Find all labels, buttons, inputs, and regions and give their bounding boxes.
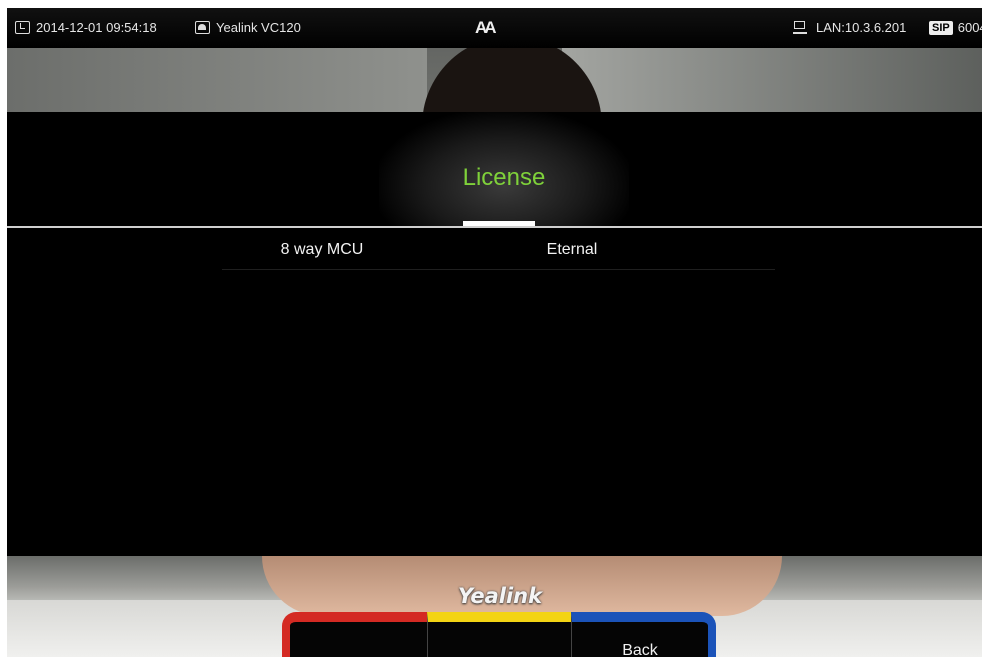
license-value: Eternal [546, 241, 598, 258]
device-icon [195, 21, 210, 34]
network-icon [793, 20, 807, 35]
lan-address: LAN:10.3.6.201 [816, 20, 907, 35]
softkey-bar: Back [282, 612, 716, 659]
datetime-item: 2014-12-01 09:54:18 [15, 20, 157, 35]
status-bar: 2014-12-01 09:54:18 Yealink VC120 AA LAN… [7, 8, 982, 48]
sip-badge: SIP [929, 20, 953, 35]
brand-watermark: Yealink [457, 584, 543, 608]
softkey-red[interactable] [282, 612, 427, 657]
page-title: License [462, 164, 546, 191]
license-row[interactable]: 8 way MCU Eternal [222, 228, 775, 270]
license-dialog: License 8 way MCU Eternal [7, 112, 982, 556]
lan-item: LAN:10.3.6.201 [793, 20, 906, 35]
sip-account: 6004 [957, 20, 982, 35]
font-size-icon[interactable]: AA [475, 18, 496, 38]
datetime-text: 2014-12-01 09:54:18 [36, 20, 157, 35]
clock-icon [15, 21, 30, 34]
device-item: Yealink VC120 [195, 20, 301, 35]
back-button-label: Back [622, 642, 658, 659]
license-name: 8 way MCU [280, 241, 364, 258]
device-name: Yealink VC120 [216, 20, 301, 35]
softkey-yellow[interactable] [427, 612, 571, 657]
sip-item: SIP 6004 [929, 20, 982, 35]
back-button[interactable]: Back [571, 612, 716, 659]
